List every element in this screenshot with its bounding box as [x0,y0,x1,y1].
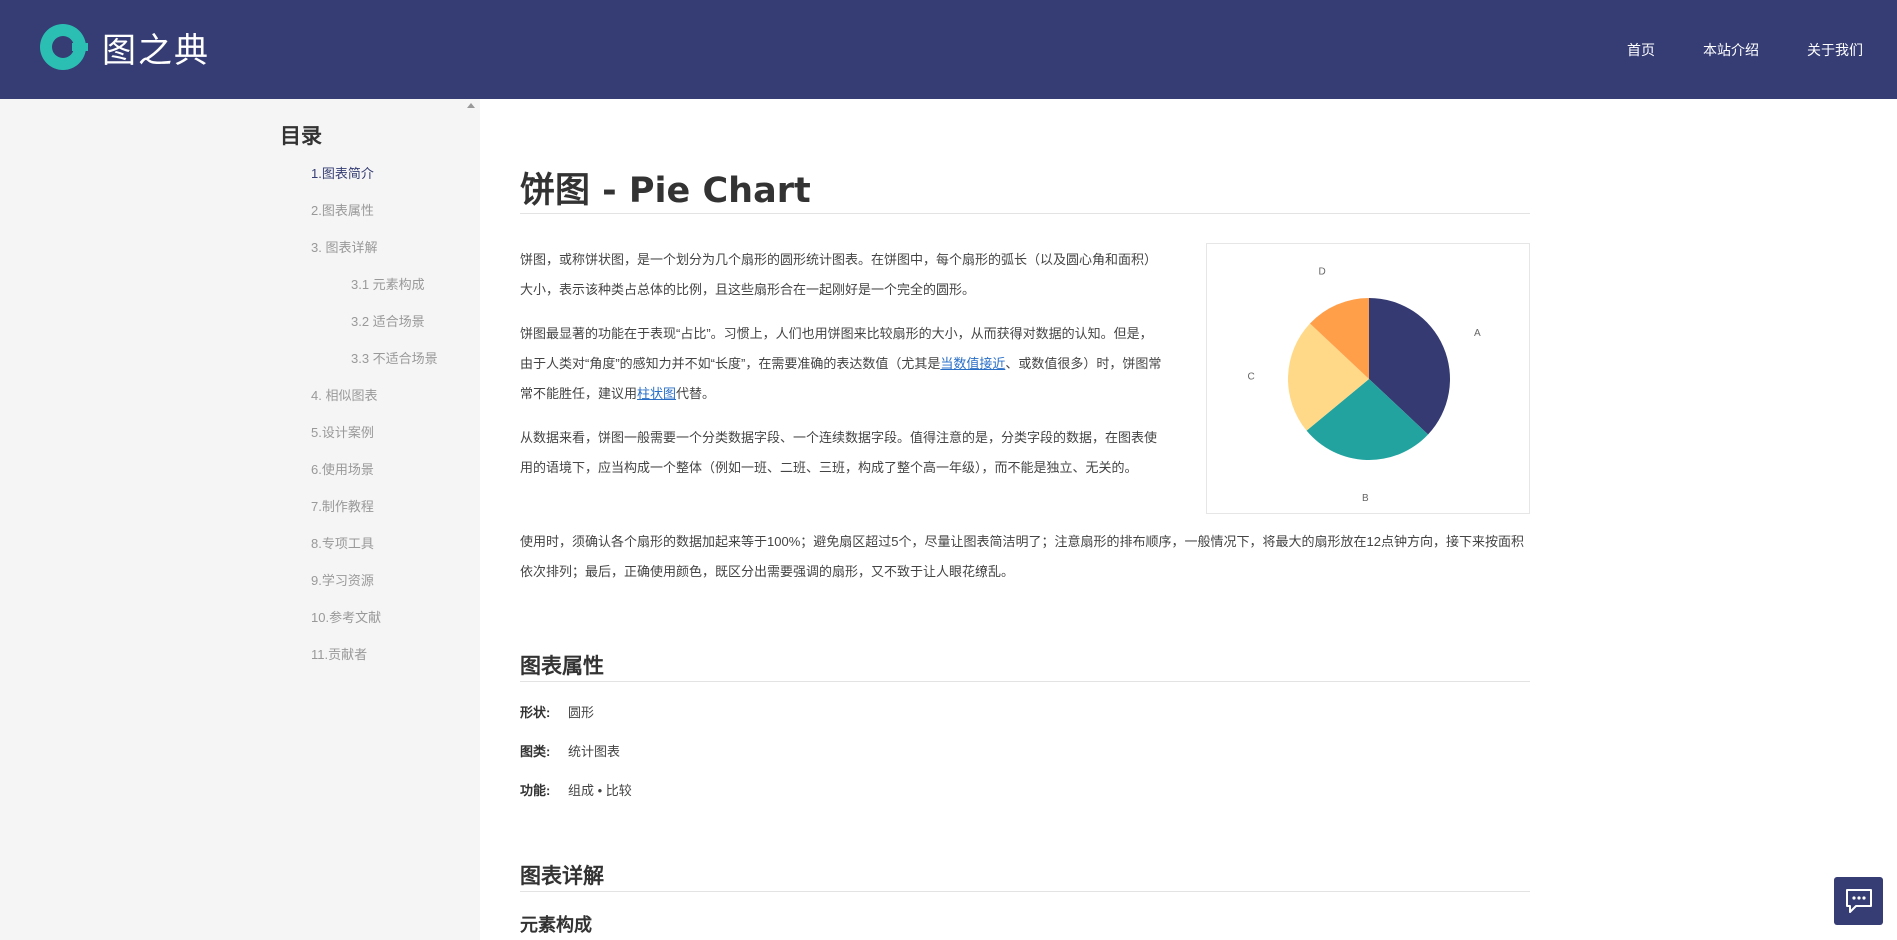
chat-button[interactable] [1834,877,1883,925]
toc-item-references[interactable]: 10.参考文献 [311,607,381,626]
property-value: 圆形 [568,705,595,720]
toc-item-properties[interactable]: 2.图表属性 [311,200,374,219]
property-key: 形状: [520,705,551,720]
property-value: 组成 • 比较 [568,783,632,798]
toc-item-resources[interactable]: 9.学习资源 [311,570,374,589]
properties-divider [520,681,1530,682]
link-bar-chart[interactable]: 柱状图 [637,386,676,401]
section-details-title: 图表详解 [520,865,604,888]
intro-paragraph-2: 饼图最显著的功能在于表现“占比”。习惯上，人们也用饼图来比较扇形的大小，从而获得… [520,319,1165,409]
toc-item-details[interactable]: 3. 图表详解 [311,237,377,256]
pie-label-d: D [1319,267,1326,278]
pie-label-c: C [1247,371,1254,382]
pie-label-a: A [1474,328,1481,339]
intro-paragraph-1: 饼图，或称饼状图，是一个划分为几个扇形的圆形统计图表。在饼图中，每个扇形的弧长（… [520,252,1158,297]
toc-item-suitable[interactable]: 3.2 适合场景 [351,311,425,330]
property-key: 图类: [520,744,551,759]
details-divider [520,891,1530,892]
chat-icon [1845,889,1872,913]
pie-chart-figure: A B C D [1206,243,1530,514]
logo-icon [40,24,88,70]
toc-item-unsuitable[interactable]: 3.3 不适合场景 [351,348,438,367]
pie-label-b: B [1362,493,1369,504]
toc-item-tutorial[interactable]: 7.制作教程 [311,496,374,515]
property-value: 统计图表 [568,744,621,759]
toc-sidebar [0,99,480,940]
toc-item-intro[interactable]: 1.图表简介 [311,163,374,182]
logo-text: 图之典 [102,30,210,71]
page-title: 饼图 - Pie Chart [520,171,811,211]
nav-home[interactable]: 首页 [1627,40,1655,60]
toc-title: 目录 [280,125,322,148]
p2-text-c: 代替。 [676,386,716,401]
subsection-elements-title: 元素构成 [520,915,592,935]
toc-item-usage[interactable]: 6.使用场景 [311,459,374,478]
property-type: 图类: 统计图表 [520,741,620,760]
pie-chart: A B C D [1247,267,1481,504]
top-nav: 首页 本站介绍 关于我们 [1579,0,1863,99]
property-function: 功能: 组成 • 比较 [520,780,632,799]
intro-paragraph-3: 从数据来看，饼图一般需要一个分类数据字段、一个连续数据字段。值得注意的是，分类字… [520,430,1158,475]
toc-item-elements[interactable]: 3.1 元素构成 [351,274,425,293]
nav-about-site[interactable]: 本站介绍 [1703,40,1759,60]
title-divider [520,213,1530,214]
property-shape: 形状: 圆形 [520,702,594,721]
site-logo[interactable]: 图之典 [38,22,210,72]
toc-item-tools[interactable]: 8.专项工具 [311,533,374,552]
intro-paragraph-4: 使用时，须确认各个扇形的数据加起来等于100%；避免扇区超过5个，尽量让图表简洁… [520,534,1524,579]
scroll-up-arrow-icon[interactable] [467,103,475,108]
header: 图之典 首页 本站介绍 关于我们 [0,0,1897,99]
toc-item-contributors[interactable]: 11.贡献者 [311,644,367,663]
property-key: 功能: [520,783,551,798]
nav-about-us[interactable]: 关于我们 [1807,40,1863,60]
toc-item-similar[interactable]: 4. 相似图表 [311,385,377,404]
link-close-values[interactable]: 当数值接近 [940,356,1005,371]
toc-item-cases[interactable]: 5.设计案例 [311,422,374,441]
section-properties-title: 图表属性 [520,655,604,678]
